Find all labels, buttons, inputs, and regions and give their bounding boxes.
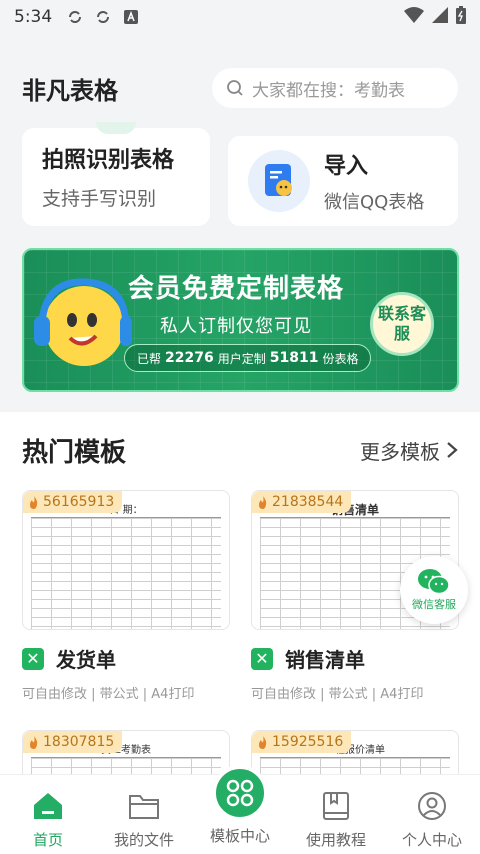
stats-prefix: 已帮 — [137, 351, 162, 366]
grid-icon — [212, 765, 268, 821]
member-banner[interactable]: 会员免费定制表格 私人订制仅您可见 已帮 22276 用户定制 51811 份表… — [22, 248, 459, 392]
template-card[interactable]: 日 期： 56165913 ✕ 发货单 可自由修改 | 带公式 | A4打印 — [22, 490, 230, 702]
status-time: 5:34 — [14, 7, 53, 27]
signal-icon — [432, 6, 448, 28]
wechat-icon — [418, 569, 450, 595]
scan-title: 拍照识别表格 — [42, 148, 175, 173]
stats-tables: 51811 — [269, 350, 319, 366]
stats-suffix: 份表格 — [322, 351, 359, 366]
template-name-row: ✕ 销售清单 — [251, 644, 459, 673]
tab-template-center[interactable]: 模板中心 — [192, 765, 288, 854]
wifi-icon — [404, 6, 424, 28]
scan-table-card[interactable]: 拍照识别表格 支持手写识别 — [22, 122, 210, 226]
usage-badge: 56165913 — [23, 491, 123, 513]
tab-home[interactable]: 首页 — [0, 775, 96, 854]
usage-count: 21838544 — [272, 494, 344, 510]
card-decoration — [96, 122, 136, 134]
status-bar: 5:34 — [0, 0, 480, 34]
book-icon — [319, 789, 353, 823]
import-title: 导入 — [324, 154, 369, 179]
fire-icon — [30, 495, 38, 509]
wechat-service-label: 微信客服 — [412, 598, 456, 611]
sync-icon — [94, 8, 112, 26]
import-subtitle: 微信QQ表格 — [324, 192, 425, 213]
mascot-headset-icon — [34, 278, 132, 366]
stats-mid: 用户定制 — [217, 351, 266, 366]
usage-badge: 21838544 — [252, 491, 352, 513]
usage-count: 18307815 — [43, 734, 115, 750]
tab-label: 模板中心 — [209, 827, 270, 845]
fire-icon — [259, 495, 267, 509]
usage-badge: 18307815 — [23, 731, 123, 753]
header: 非凡表格 大家都在搜：考勤表 — [0, 60, 480, 116]
search-icon — [227, 80, 243, 96]
app-title: 非凡表格 — [22, 76, 118, 105]
usage-count: 56165913 — [43, 494, 115, 510]
folder-icon — [127, 789, 161, 823]
import-file-icon — [248, 150, 310, 212]
template-name-row: ✕ 发货单 — [22, 644, 230, 673]
template-title: 销售清单 — [285, 648, 365, 672]
scan-subtitle: 支持手写识别 — [42, 188, 157, 210]
tab-label: 使用教程 — [305, 831, 366, 849]
contact-service-button[interactable]: 联系客服 — [370, 292, 434, 356]
tab-tutorial[interactable]: 使用教程 — [288, 775, 384, 854]
stats-users: 22276 — [165, 350, 214, 366]
tab-label: 个人中心 — [401, 831, 462, 849]
template-desc: 可自由修改 | 带公式 | A4打印 — [251, 687, 424, 702]
section-title: 热门模板 — [22, 437, 127, 468]
tab-profile[interactable]: 个人中心 — [384, 775, 480, 854]
tab-label: 首页 — [32, 831, 63, 849]
keyboard-a-icon — [122, 8, 140, 26]
search-placeholder: 大家都在搜：考勤表 — [252, 80, 405, 101]
import-card[interactable]: 导入 微信QQ表格 — [228, 136, 458, 226]
sheet-grid — [31, 517, 221, 629]
fire-icon — [259, 735, 267, 749]
template-title: 发货单 — [56, 648, 116, 672]
banner-title: 会员免费定制表格 — [128, 274, 345, 304]
wechat-service-button[interactable]: 微信客服 — [400, 556, 468, 624]
banner-stats: 已帮 22276 用户定制 51811 份表格 — [124, 344, 372, 372]
usage-badge: 15925516 — [252, 731, 352, 753]
search-input[interactable]: 大家都在搜：考勤表 — [212, 68, 458, 108]
section-header: 热门模板 更多模板 — [22, 430, 458, 470]
more-templates-link[interactable]: 更多模板 — [360, 436, 458, 465]
usage-count: 15925516 — [272, 734, 344, 750]
fire-icon — [30, 735, 38, 749]
sync-icon — [66, 8, 84, 26]
bottom-tab-bar: 首页 我的文件 模板中心 使用教程 个人中心 — [0, 765, 480, 854]
template-desc: 可自由修改 | 带公式 | A4打印 — [22, 687, 195, 702]
tab-label: 我的文件 — [113, 831, 174, 849]
banner-subtitle: 私人订制仅您可见 — [160, 316, 312, 337]
chevron-right-icon — [447, 442, 458, 458]
excel-icon: ✕ — [22, 647, 44, 670]
excel-icon: ✕ — [251, 647, 273, 670]
home-icon — [31, 789, 65, 823]
user-icon — [415, 789, 449, 823]
more-templates-label: 更多模板 — [360, 439, 440, 464]
template-thumbnail: 日 期： 56165913 — [22, 490, 230, 630]
battery-icon — [456, 5, 466, 29]
tab-my-files[interactable]: 我的文件 — [96, 775, 192, 854]
